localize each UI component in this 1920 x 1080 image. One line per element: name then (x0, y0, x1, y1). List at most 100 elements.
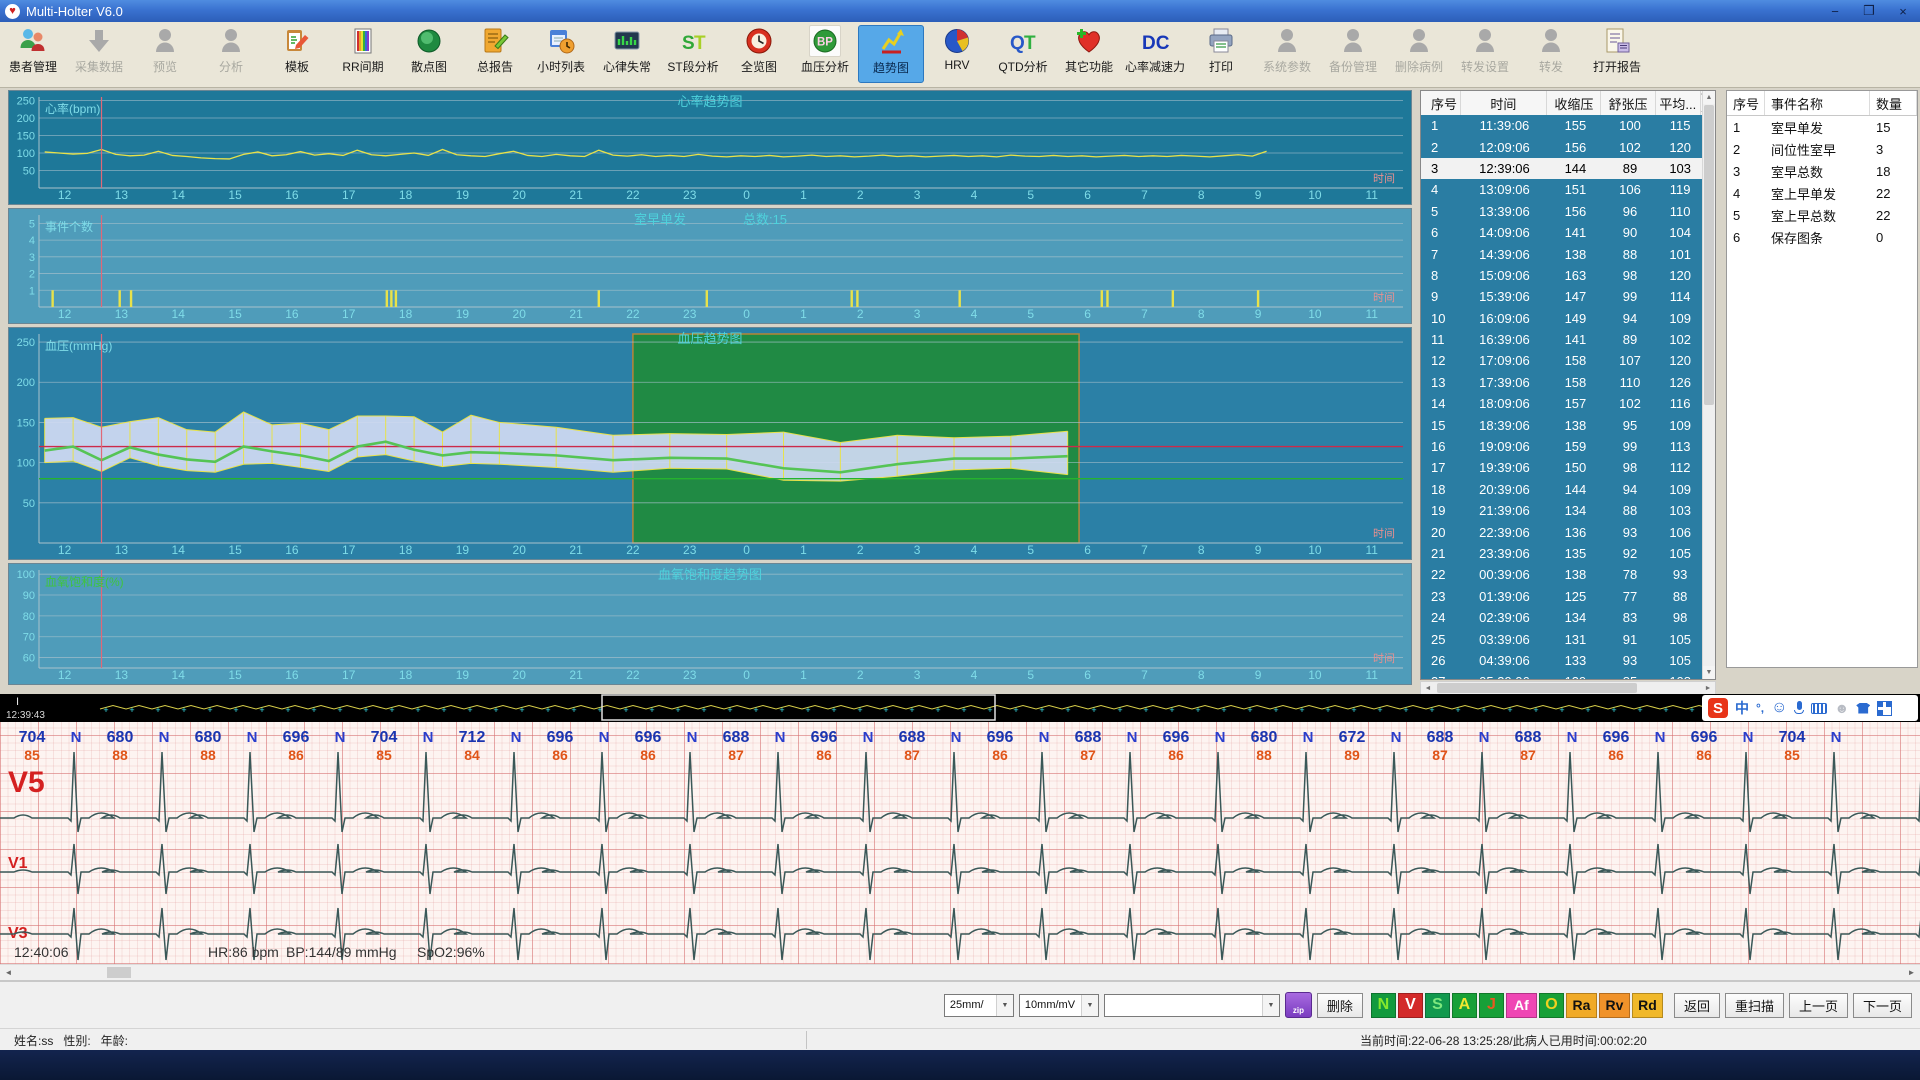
bp-table-row[interactable]: 413:09:06151106119 (1421, 179, 1703, 200)
account-icon[interactable]: ☻ (1834, 700, 1849, 716)
skin-icon[interactable] (1856, 703, 1870, 714)
paper-speed-select[interactable]: 25mm/ ▼ (944, 994, 1014, 1017)
bp-table-row[interactable]: 614:09:0614190104 (1421, 222, 1703, 243)
bp-table-row[interactable]: 1217:09:06158107120 (1421, 350, 1703, 371)
sogou-logo-icon[interactable]: S (1708, 698, 1728, 718)
bp-table-row[interactable]: 2402:39:061348398 (1421, 607, 1703, 628)
bp-table-row[interactable]: 1116:39:0614189102 (1421, 329, 1703, 350)
bp-column-header[interactable]: 收缩压 (1547, 91, 1601, 115)
toolbar-item-16[interactable]: QTQTD分析 (990, 25, 1056, 83)
toolbar-item-6[interactable]: RR间期 (330, 25, 396, 83)
beat-type-button-o[interactable]: O (1539, 993, 1564, 1018)
bp-table-row[interactable]: 2604:39:0613393105 (1421, 650, 1703, 671)
toolbar-item-11[interactable]: STST段分析 (660, 25, 726, 83)
zip-tool-button[interactable]: zip (1285, 992, 1312, 1018)
close-button[interactable]: × (1886, 0, 1920, 22)
beat-type-button-a[interactable]: A (1452, 993, 1477, 1018)
heart-rate-trend-chart[interactable]: 2502001501005012131415161718192021222301… (8, 90, 1412, 205)
bp-table-row[interactable]: 1820:39:0614494109 (1421, 479, 1703, 500)
bp-column-header[interactable]: 平均... (1656, 91, 1701, 115)
delete-button[interactable]: 删除 (1317, 993, 1363, 1018)
scroll-down-icon[interactable]: ▼ (1703, 666, 1715, 679)
beat-type-button-rv[interactable]: Rv (1599, 993, 1630, 1018)
bp-table-row[interactable]: 2301:39:061257788 (1421, 586, 1703, 607)
bp-table-row[interactable]: 915:39:0614799114 (1421, 286, 1703, 307)
scrollbar-thumb[interactable] (107, 967, 131, 978)
bp-table-vertical-scrollbar[interactable]: ▲ ▼ (1702, 91, 1715, 679)
toolbar-item-18[interactable]: DC心率减速力 (1122, 25, 1188, 83)
bp-table-row[interactable]: 312:39:0614489103 (1421, 158, 1703, 179)
bp-table-row[interactable]: 1921:39:0613488103 (1421, 500, 1703, 521)
beat-type-button-af[interactable]: Af (1506, 993, 1537, 1018)
bp-table-row[interactable]: 1619:09:0615999113 (1421, 436, 1703, 457)
bp-table-row[interactable]: 111:39:06155100115 (1421, 115, 1703, 136)
events-table-row[interactable]: 1室早单发15 (1727, 116, 1917, 138)
toolbar-item-12[interactable]: 全览图 (726, 25, 792, 83)
bp-table-row[interactable]: 2200:39:061387893 (1421, 564, 1703, 585)
bp-table-row[interactable]: 1418:09:06157102116 (1421, 393, 1703, 414)
toolbar-item-13[interactable]: BP血压分析 (792, 25, 858, 83)
bp-column-header[interactable]: 舒张压 (1601, 91, 1655, 115)
template-select[interactable]: ▼ (1104, 994, 1280, 1017)
beat-type-button-n[interactable]: N (1371, 993, 1396, 1018)
chinese-mode-icon[interactable]: 中 (1735, 698, 1749, 718)
maximize-button[interactable]: ❒ (1852, 0, 1886, 22)
ecg-horizontal-scrollbar[interactable]: ◄ ► (0, 964, 1920, 981)
prev-page-button[interactable]: 上一页 (1789, 993, 1848, 1018)
microphone-icon[interactable] (1794, 701, 1804, 715)
bp-table-row[interactable]: 1016:09:0614994109 (1421, 308, 1703, 329)
scrollbar-thumb[interactable] (1437, 683, 1637, 693)
scroll-up-icon[interactable]: ▲ (1703, 91, 1715, 104)
bp-column-header[interactable]: 序号 (1421, 91, 1461, 115)
ecg-paper[interactable]: 704N85680N88680N88696N86704N85712N84696N… (0, 722, 1920, 964)
toolbar-item-5[interactable]: 模板 (264, 25, 330, 83)
scroll-right-icon[interactable]: ► (1903, 965, 1920, 980)
next-page-button[interactable]: 下一页 (1853, 993, 1912, 1018)
toolbar-item-1[interactable]: 患者管理 (0, 25, 66, 83)
bp-table-row[interactable]: 2022:39:0613693106 (1421, 521, 1703, 542)
toolbar-item-19[interactable]: 打印 (1188, 25, 1254, 83)
bp-table-row[interactable]: 1317:39:06158110126 (1421, 372, 1703, 393)
toolbar-item-17[interactable]: 其它功能 (1056, 25, 1122, 83)
events-table-row[interactable]: 3室早总数18 (1727, 160, 1917, 182)
toolbar-item-10[interactable]: 心律失常 (594, 25, 660, 83)
toolbar-item-8[interactable]: 总报告 (462, 25, 528, 83)
bp-table-row[interactable]: 2705:39:0613985108 (1421, 671, 1703, 680)
bp-table-row[interactable]: 513:39:0615696110 (1421, 201, 1703, 222)
bp-table-row[interactable]: 1719:39:0615098112 (1421, 457, 1703, 478)
back-button[interactable]: 返回 (1674, 993, 1720, 1018)
beat-type-button-rd[interactable]: Rd (1632, 993, 1663, 1018)
bp-table-row[interactable]: 1518:39:0613895109 (1421, 414, 1703, 435)
scroll-left-icon[interactable]: ◄ (1421, 682, 1435, 694)
events-table-row[interactable]: 6保存图条0 (1727, 226, 1917, 248)
beat-type-button-s[interactable]: S (1425, 993, 1450, 1018)
ecg-overview-strip[interactable]: ++++++++++++++++++++++++++++++++++++++++… (0, 694, 1920, 722)
bp-table-horizontal-scrollbar[interactable]: ◄ ► (1420, 681, 1716, 695)
toolbar-item-9[interactable]: 小时列表 (528, 25, 594, 83)
emoji-icon[interactable]: ☺ (1771, 699, 1787, 717)
beat-type-button-j[interactable]: J (1479, 993, 1504, 1018)
events-table-row[interactable]: 5室上早总数22 (1727, 204, 1917, 226)
events-table-row[interactable]: 4室上早单发22 (1727, 182, 1917, 204)
minimize-button[interactable]: − (1818, 0, 1852, 22)
bp-table-row[interactable]: 2503:39:0613191105 (1421, 628, 1703, 649)
keyboard-icon[interactable] (1811, 703, 1827, 714)
gain-select[interactable]: 10mm/mV ▼ (1019, 994, 1099, 1017)
pvc-events-chart[interactable]: 5432112131415161718192021222301234567891… (8, 208, 1412, 324)
bp-table-row[interactable]: 714:39:0613888101 (1421, 243, 1703, 264)
toolbar-item-25[interactable]: 打开报告 (1584, 25, 1650, 83)
scroll-left-icon[interactable]: ◄ (0, 965, 17, 980)
scroll-right-icon[interactable]: ► (1701, 682, 1715, 694)
bp-column-header[interactable]: 时间 (1461, 91, 1548, 115)
bp-table-row[interactable]: 2123:39:0613592105 (1421, 543, 1703, 564)
toolbox-icon[interactable] (1877, 701, 1892, 716)
events-table-row[interactable]: 2间位性室早3 (1727, 138, 1917, 160)
bp-table-row[interactable]: 815:09:0616398120 (1421, 265, 1703, 286)
blood-pressure-trend-chart[interactable]: 2502001501005012131415161718192021222301… (8, 327, 1412, 560)
beat-type-button-ra[interactable]: Ra (1566, 993, 1597, 1018)
punctuation-icon[interactable]: °, (1756, 701, 1764, 715)
toolbar-item-14[interactable]: 趋势图 (858, 25, 924, 83)
toolbar-item-7[interactable]: 散点图 (396, 25, 462, 83)
beat-type-button-v[interactable]: V (1398, 993, 1423, 1018)
toolbar-item-15[interactable]: HRV (924, 25, 990, 83)
